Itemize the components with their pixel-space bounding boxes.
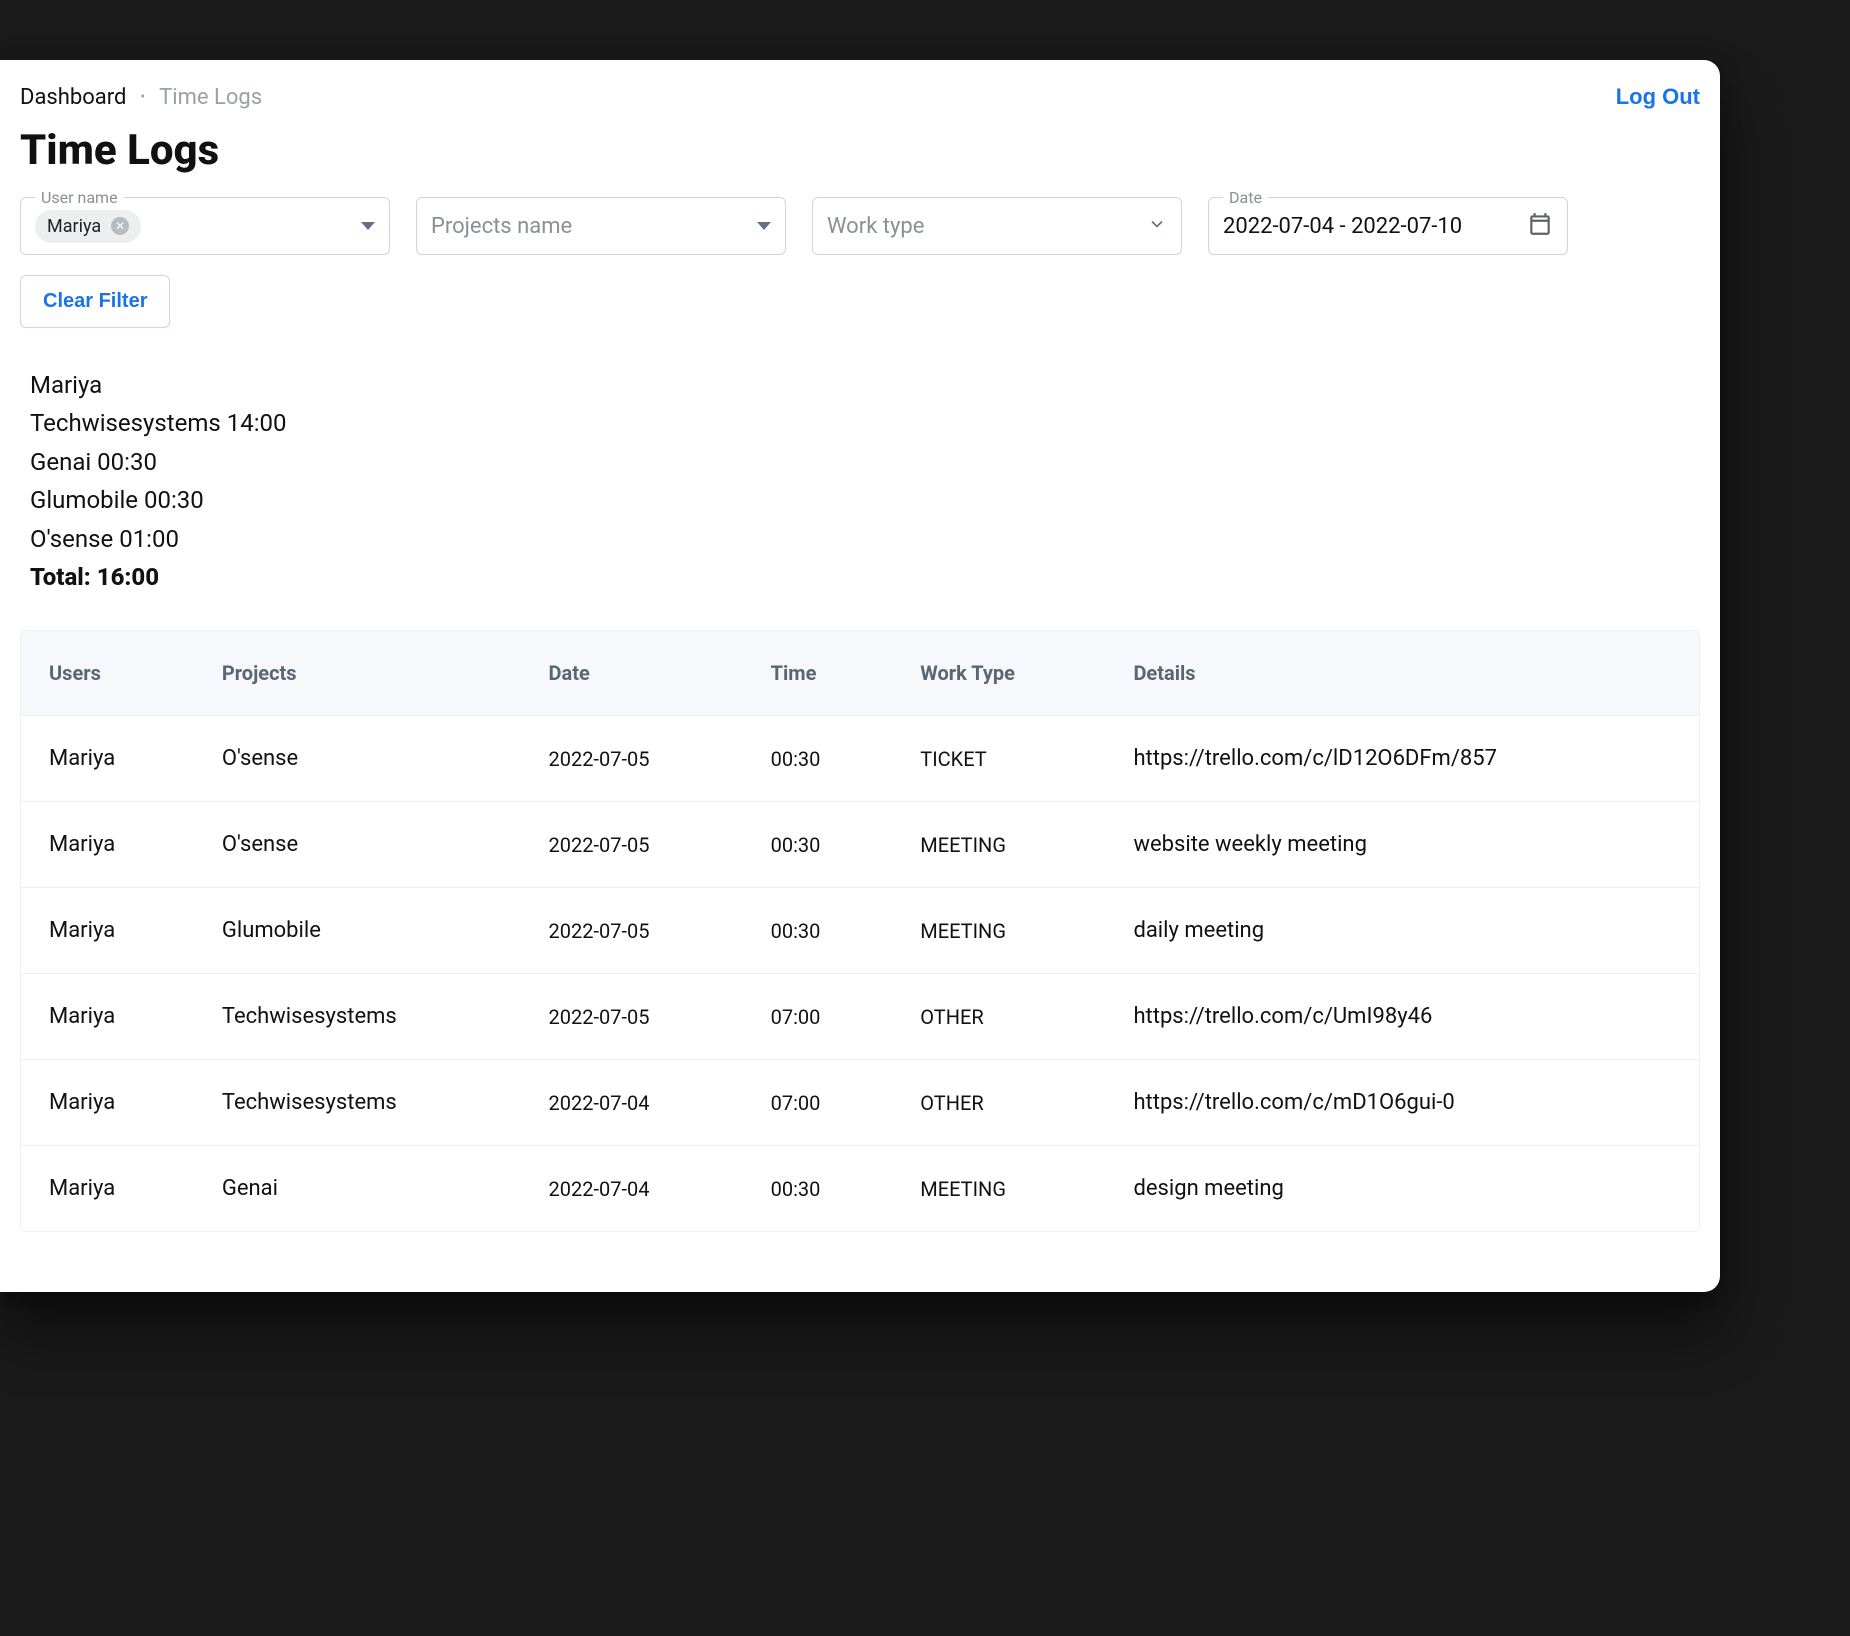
- cell-time: 07:00: [743, 974, 893, 1060]
- date-value: 2022-07-04 - 2022-07-10: [1223, 214, 1462, 239]
- cell-user: Mariya: [21, 716, 194, 802]
- filters-row: User name Mariya ✕ Projects name Work ty…: [20, 197, 1700, 255]
- summary-line: O'sense 01:00: [30, 520, 1700, 558]
- cell-time: 07:00: [743, 1060, 893, 1146]
- cell-time: 00:30: [743, 716, 893, 802]
- cell-date: 2022-07-04: [521, 1146, 743, 1232]
- page-title: Time Logs: [20, 126, 1700, 175]
- cell-date: 2022-07-05: [521, 974, 743, 1060]
- page-card: Dashboard • Time Logs Log Out Time Logs …: [0, 60, 1720, 1292]
- date-label: Date: [1223, 188, 1268, 207]
- cell-date: 2022-07-05: [521, 802, 743, 888]
- col-header-worktype: Work Type: [892, 631, 1105, 716]
- col-header-users: Users: [21, 631, 194, 716]
- breadcrumb-leaf: Time Logs: [159, 85, 262, 110]
- summary-line: Techwisesystems 14:00: [30, 404, 1700, 442]
- cell-project: Techwisesystems: [194, 1060, 521, 1146]
- table-row: MariyaTechwisesystems2022-07-0507:00OTHE…: [21, 974, 1699, 1060]
- cell-worktype: MEETING: [892, 888, 1105, 974]
- worktype-placeholder: Work type: [827, 214, 924, 239]
- dropdown-icon: [757, 222, 771, 230]
- cell-date: 2022-07-04: [521, 1060, 743, 1146]
- breadcrumb-separator: •: [140, 89, 145, 105]
- col-header-details: Details: [1105, 631, 1699, 716]
- cell-user: Mariya: [21, 1146, 194, 1232]
- cell-user: Mariya: [21, 888, 194, 974]
- cell-user: Mariya: [21, 1060, 194, 1146]
- cell-time: 00:30: [743, 802, 893, 888]
- col-header-projects: Projects: [194, 631, 521, 716]
- cell-details: https://trello.com/c/lD12O6DFm/857: [1105, 716, 1699, 802]
- logout-button[interactable]: Log Out: [1616, 84, 1700, 110]
- user-chip-text: Mariya: [47, 216, 101, 237]
- cell-user: Mariya: [21, 802, 194, 888]
- date-range-picker[interactable]: Date 2022-07-04 - 2022-07-10: [1208, 197, 1568, 255]
- table-row: MariyaO'sense2022-07-0500:30TICKEThttps:…: [21, 716, 1699, 802]
- projects-placeholder: Projects name: [431, 214, 572, 239]
- table-header-row: Users Projects Date Time Work Type Detai…: [21, 631, 1699, 716]
- user-name-label: User name: [35, 188, 124, 207]
- worktype-select[interactable]: Work type: [812, 197, 1182, 255]
- cell-project: O'sense: [194, 716, 521, 802]
- cell-date: 2022-07-05: [521, 888, 743, 974]
- breadcrumb: Dashboard • Time Logs: [20, 85, 262, 110]
- cell-date: 2022-07-05: [521, 716, 743, 802]
- cell-user: Mariya: [21, 974, 194, 1060]
- cell-details: daily meeting: [1105, 888, 1699, 974]
- cell-project: Glumobile: [194, 888, 521, 974]
- cell-worktype: MEETING: [892, 1146, 1105, 1232]
- col-header-time: Time: [743, 631, 893, 716]
- dropdown-icon: [361, 222, 375, 230]
- user-chip-remove-icon[interactable]: ✕: [111, 217, 129, 235]
- summary-block: Mariya Techwisesystems 14:00 Genai 00:30…: [30, 366, 1700, 596]
- summary-total: Total: 16:00: [30, 558, 1700, 596]
- projects-select[interactable]: Projects name: [416, 197, 786, 255]
- table-row: MariyaO'sense2022-07-0500:30MEETINGwebsi…: [21, 802, 1699, 888]
- cell-details: https://trello.com/c/UmI98y46: [1105, 974, 1699, 1060]
- breadcrumb-root[interactable]: Dashboard: [20, 85, 126, 110]
- topbar: Dashboard • Time Logs Log Out: [20, 84, 1700, 110]
- cell-worktype: TICKET: [892, 716, 1105, 802]
- chevron-down-icon: [1147, 214, 1167, 238]
- cell-project: Genai: [194, 1146, 521, 1232]
- cell-project: Techwisesystems: [194, 974, 521, 1060]
- calendar-icon: [1527, 211, 1553, 241]
- user-chip: Mariya ✕: [35, 210, 141, 243]
- summary-user: Mariya: [30, 366, 1700, 404]
- table-row: MariyaTechwisesystems2022-07-0407:00OTHE…: [21, 1060, 1699, 1146]
- time-logs-table: Users Projects Date Time Work Type Detai…: [20, 630, 1700, 1232]
- cell-time: 00:30: [743, 1146, 893, 1232]
- table-row: MariyaGenai2022-07-0400:30MEETINGdesign …: [21, 1146, 1699, 1232]
- cell-details: https://trello.com/c/mD1O6gui-0: [1105, 1060, 1699, 1146]
- summary-line: Glumobile 00:30: [30, 481, 1700, 519]
- summary-line: Genai 00:30: [30, 443, 1700, 481]
- user-name-select[interactable]: User name Mariya ✕: [20, 197, 390, 255]
- cell-time: 00:30: [743, 888, 893, 974]
- table-row: MariyaGlumobile2022-07-0500:30MEETINGdai…: [21, 888, 1699, 974]
- clear-filter-button[interactable]: Clear Filter: [20, 275, 170, 328]
- cell-project: O'sense: [194, 802, 521, 888]
- cell-worktype: MEETING: [892, 802, 1105, 888]
- col-header-date: Date: [521, 631, 743, 716]
- cell-details: design meeting: [1105, 1146, 1699, 1232]
- cell-worktype: OTHER: [892, 974, 1105, 1060]
- cell-worktype: OTHER: [892, 1060, 1105, 1146]
- cell-details: website weekly meeting: [1105, 802, 1699, 888]
